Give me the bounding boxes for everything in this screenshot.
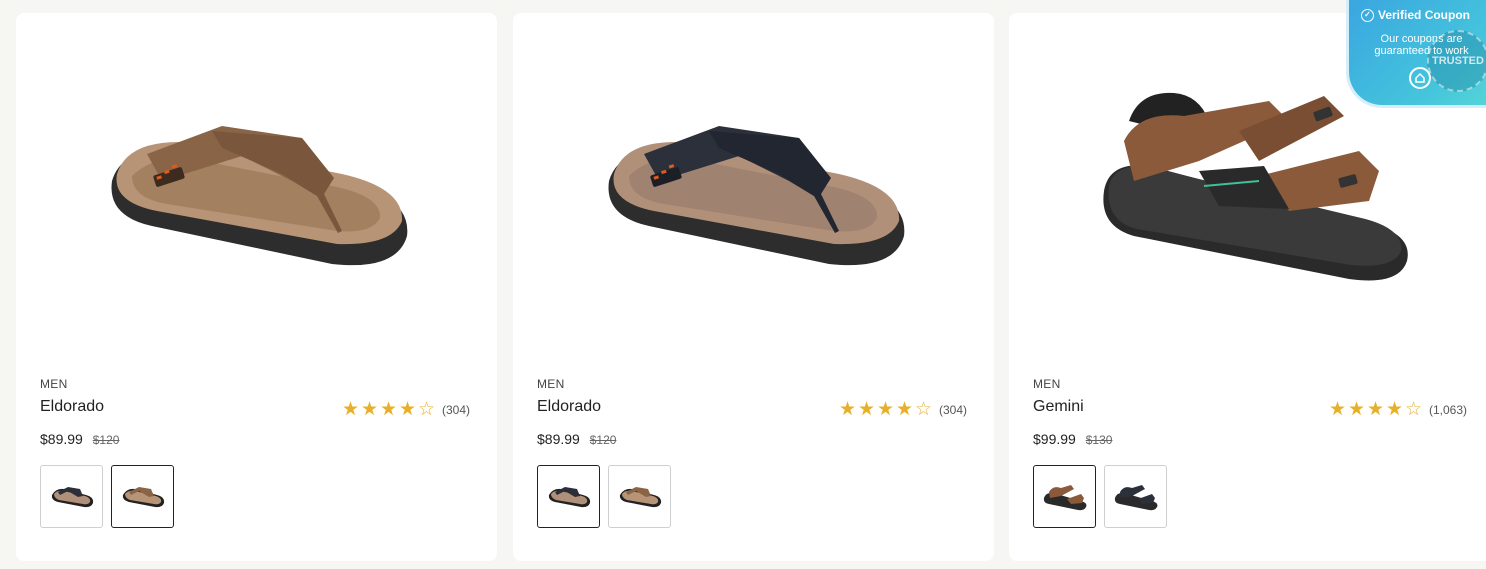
star-rating: ★ ★ ★ ★ ☆ [341, 400, 436, 420]
swatch-brown[interactable] [1033, 465, 1096, 528]
sale-price: $89.99 [40, 431, 83, 447]
review-count: (304) [442, 403, 471, 417]
coupon-subtitle-line2: guaranteed to work [1374, 45, 1469, 57]
star-filled-icon: ★ [360, 399, 379, 420]
sandal-image [608, 125, 904, 265]
verified-coupon-badge[interactable]: TRUSTED ✓ Verified Coupon Our coupons ar… [1346, 0, 1486, 108]
star-empty-icon: ☆ [914, 399, 933, 420]
star-filled-icon: ★ [379, 399, 398, 420]
star-empty-icon: ☆ [1404, 399, 1423, 420]
price-row: $89.99 $120 [537, 431, 616, 447]
product-card[interactable]: MEN Eldorado $89.99 $120 ★ ★ ★ ★ ☆ (304) [16, 13, 497, 561]
sandal-image [111, 125, 407, 265]
product-image[interactable] [16, 13, 497, 358]
color-swatches [1033, 465, 1167, 528]
star-filled-icon: ★ [1328, 399, 1347, 420]
coupon-subtitle: Our coupons are guaranteed to work [1349, 33, 1486, 57]
original-price: $120 [92, 433, 120, 447]
product-image[interactable] [513, 13, 994, 358]
product-category: MEN [537, 377, 565, 391]
product-name[interactable]: Gemini [1033, 398, 1084, 416]
review-count: (1,063) [1429, 403, 1468, 417]
swatch-black[interactable] [1104, 465, 1167, 528]
star-filled-icon: ★ [876, 399, 895, 420]
price-row: $89.99 $120 [40, 431, 119, 447]
product-rating[interactable]: ★ ★ ★ ★ ☆ (304) [341, 400, 470, 420]
star-filled-icon: ★ [398, 399, 417, 420]
swatch-sandal-icon [1043, 484, 1086, 510]
star-empty-icon: ☆ [417, 399, 436, 420]
product-rating[interactable]: ★ ★ ★ ★ ☆ (1,063) [1328, 400, 1467, 420]
swatch-brown[interactable] [111, 465, 174, 528]
review-count: (304) [939, 403, 968, 417]
star-filled-icon: ★ [838, 399, 857, 420]
product-name[interactable]: Eldorado [40, 398, 104, 416]
product-card[interactable]: MEN Eldorado $89.99 $120 ★ ★ ★ ★ ☆ (304) [513, 13, 994, 561]
swatch-sandal-icon [122, 486, 164, 507]
original-price: $130 [1085, 433, 1113, 447]
swatch-sandal-icon [619, 486, 661, 507]
product-category: MEN [1033, 377, 1061, 391]
original-price: $120 [589, 433, 617, 447]
swatch-black[interactable] [537, 465, 600, 528]
color-swatches [537, 465, 671, 528]
coupon-title-text: Verified Coupon [1378, 8, 1471, 22]
price-row: $99.99 $130 [1033, 431, 1112, 447]
star-rating: ★ ★ ★ ★ ☆ [1328, 400, 1423, 420]
swatch-sandal-icon [51, 486, 93, 507]
star-filled-icon: ★ [341, 399, 360, 420]
swatch-sandal-icon [1114, 484, 1157, 510]
coupon-title: ✓ Verified Coupon [1361, 8, 1470, 22]
sandal-image [1103, 92, 1408, 281]
swatch-sandal-icon [548, 486, 590, 507]
star-filled-icon: ★ [895, 399, 914, 420]
check-circle-icon: ✓ [1361, 8, 1374, 22]
coupon-logo-icon[interactable] [1409, 67, 1431, 89]
star-filled-icon: ★ [857, 399, 876, 420]
product-name[interactable]: Eldorado [537, 398, 601, 416]
star-rating: ★ ★ ★ ★ ☆ [838, 400, 933, 420]
sale-price: $89.99 [537, 431, 580, 447]
product-category: MEN [40, 377, 68, 391]
star-filled-icon: ★ [1366, 399, 1385, 420]
swatch-black[interactable] [40, 465, 103, 528]
swatch-brown[interactable] [608, 465, 671, 528]
star-filled-icon: ★ [1347, 399, 1366, 420]
star-filled-icon: ★ [1385, 399, 1404, 420]
sale-price: $99.99 [1033, 431, 1076, 447]
coupon-subtitle-line1: Our coupons are [1380, 33, 1463, 45]
color-swatches [40, 465, 174, 528]
product-rating[interactable]: ★ ★ ★ ★ ☆ (304) [838, 400, 967, 420]
